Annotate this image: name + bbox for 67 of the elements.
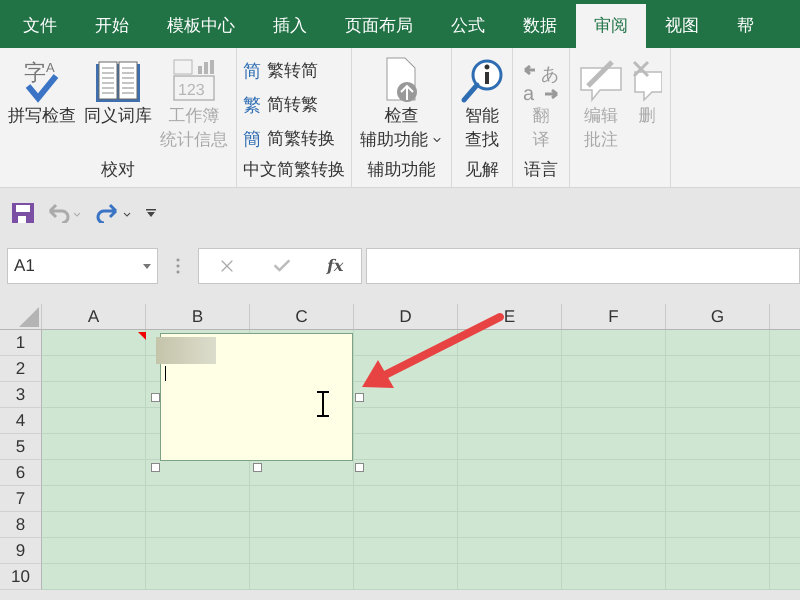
corner-triangle-icon [19,307,39,327]
conversion-glyph-icon: 简 [243,56,261,86]
ribbon-tab[interactable]: 视图 [646,4,718,48]
formula-input[interactable] [366,248,800,284]
resize-handle[interactable] [253,463,262,472]
ribbon-button[interactable]: 簡 简繁转换 [243,124,335,154]
redo-icon[interactable] [96,203,132,223]
conversion-glyph-icon: 簡 [243,124,261,154]
undo-icon[interactable] [48,203,82,223]
book-icon [94,60,142,104]
ribbon-button[interactable]: 繁 简转繁 [243,90,335,120]
save-icon[interactable] [12,203,34,223]
column-header[interactable]: B [146,304,250,329]
blurred-author-placeholder [156,337,216,364]
i-beam-cursor-icon [316,391,330,417]
row-header[interactable]: 6 [0,460,42,486]
customize-menu-icon[interactable] [146,208,156,218]
insert-function-button[interactable]: fx [326,254,344,278]
name-box-value: A1 [14,255,35,278]
resize-handle[interactable] [151,393,160,402]
row-header[interactable]: 4 [0,408,42,434]
ribbon-tab[interactable]: 开始 [76,4,148,48]
row-header[interactable]: 1 [0,330,42,356]
row-header[interactable]: 3 [0,382,42,408]
resize-handle[interactable] [355,463,364,472]
ribbon-tab[interactable]: 数据 [504,4,576,48]
ribbon-tab[interactable]: 公式 [432,4,504,48]
row-header[interactable]: 5 [0,434,42,460]
group-label: 见解 [464,159,500,181]
ribbon-tab[interactable]: 模板中心 [148,4,254,48]
ribbon-tab[interactable]: 帮 [718,4,773,48]
accessibility-check-icon [384,56,418,104]
comment-indicator-icon [138,332,146,340]
row-header[interactable]: 8 [0,512,42,538]
column-header[interactable]: F [562,304,666,329]
ribbon-tab[interactable]: 页面布局 [326,4,432,48]
ribbon-tab[interactable]: 审阅 [576,4,646,48]
column-header[interactable]: E [458,304,562,329]
column-header[interactable]: C [250,304,354,329]
comment-box[interactable] [160,333,353,461]
group-label: 语言 [523,159,559,181]
row-header[interactable]: 9 [0,538,42,564]
ribbon-button[interactable]: 智能 查找 [458,54,506,159]
resize-handle[interactable] [151,463,160,472]
conversion-glyph-icon: 繁 [243,90,261,120]
text-cursor [165,366,166,381]
search-icon [460,58,504,104]
edit-comment-icon [578,60,624,104]
name-box[interactable]: A1 [7,248,158,284]
ribbon-button[interactable]: 简 繁转简 [243,56,335,86]
row-header[interactable]: 10 [0,564,42,590]
row-header[interactable]: 7 [0,486,42,512]
ribbon-tab[interactable]: 插入 [254,4,326,48]
group-label: 中文简繁转换 [243,159,345,181]
dropdown-caret-icon [143,264,151,268]
column-header[interactable]: D [354,304,458,329]
delete-comment-icon [632,60,662,104]
ribbon-button[interactable]: 同义词库 [82,54,154,159]
row-header[interactable]: 2 [0,356,42,382]
ribbon-tab[interactable]: 文件 [4,4,76,48]
drag-handle-icon[interactable] [176,258,180,274]
resize-handle[interactable] [355,393,364,402]
group-label: 校对 [100,159,136,181]
group-label: 辅助功能 [366,159,436,181]
column-header[interactable]: G [666,304,770,329]
ribbon-button[interactable]: 检查 辅助功能 [358,54,445,159]
column-header[interactable]: A [42,304,146,329]
